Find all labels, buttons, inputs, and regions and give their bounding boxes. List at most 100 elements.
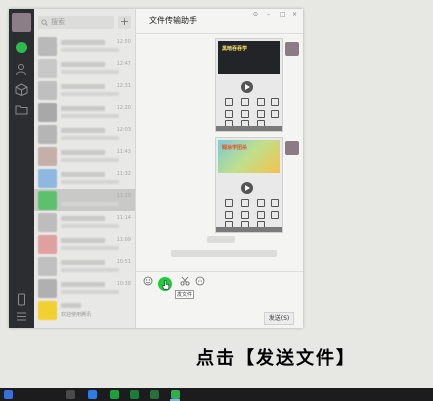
cursor-hand-icon — [162, 280, 170, 290]
chat-pane: 文件传输助手 ⊙ – □ × 黑暗吞吞学 糊涂学团杀 发文件 发送(S) — [135, 9, 303, 328]
icon-row — [219, 210, 279, 219]
conversation-avatar — [38, 147, 57, 166]
conversation-name — [61, 106, 105, 111]
conversation-avatar — [38, 301, 57, 320]
conversation-avatar — [38, 37, 57, 56]
conversation-time: 12:47 — [116, 61, 131, 67]
conversation-avatar — [38, 213, 57, 232]
sender-avatar — [285, 141, 299, 155]
image-footer — [216, 227, 282, 232]
cube-icon[interactable] — [15, 83, 28, 96]
conversation-avatar — [38, 191, 57, 210]
chat-title: 文件传输助手 — [149, 16, 197, 25]
bubble-icon[interactable] — [195, 276, 205, 286]
image-banner-text: 黑暗吞吞学 — [222, 46, 248, 52]
taskbar-app-icon[interactable] — [130, 390, 139, 399]
wechat-taskbar-icon[interactable] — [171, 390, 180, 399]
search-icon — [41, 19, 48, 26]
conversation-item[interactable]: 10:38 — [34, 277, 135, 299]
conversation-time: 11:09 — [116, 237, 131, 243]
conversation-preview — [61, 224, 119, 228]
conversation-preview — [61, 48, 119, 52]
conversation-time: 11:14 — [116, 215, 131, 221]
conversation-name — [61, 238, 105, 243]
conversation-name — [61, 150, 105, 155]
conversation-time: 11:20 — [116, 193, 131, 199]
taskbar-app-icon[interactable] — [150, 390, 159, 399]
conversation-item[interactable]: 11:20 — [34, 189, 135, 211]
conversation-avatar — [38, 169, 57, 188]
play-icon — [241, 182, 253, 194]
conversation-item[interactable]: 12:47 — [34, 57, 135, 79]
conversation-preview — [61, 92, 119, 96]
user-avatar[interactable] — [12, 13, 31, 32]
conversation-time: 12:31 — [116, 83, 131, 89]
image-message-2[interactable]: 糊涂学团杀 — [215, 137, 283, 233]
conversation-item[interactable]: 11:32 — [34, 167, 135, 189]
icon-row — [219, 97, 279, 106]
conversation-avatar — [38, 59, 57, 78]
conversation-preview — [61, 180, 119, 184]
conversation-item[interactable]: 11:43 — [34, 145, 135, 167]
menu-icon[interactable] — [15, 310, 28, 323]
sender-avatar — [285, 42, 299, 56]
instruction-caption: 点击【发送文件】 — [196, 348, 356, 369]
conversation-name — [61, 194, 105, 199]
conversation-preview — [61, 202, 119, 206]
conversation-time: 11:32 — [116, 171, 131, 177]
conversation-item[interactable]: 11:09 — [34, 233, 135, 255]
conversation-preview — [61, 158, 119, 162]
system-time — [207, 236, 235, 243]
system-notice — [171, 250, 277, 257]
conversation-item[interactable]: 12:20 — [34, 101, 135, 123]
conversation-item[interactable]: 欢迎使用腾讯 — [34, 299, 135, 321]
send-button[interactable]: 发送(S) — [264, 312, 294, 325]
taskbar-app-icon[interactable] — [110, 390, 119, 399]
tooltip: 发文件 — [175, 290, 195, 299]
conversation-avatar — [38, 235, 57, 254]
conversation-time: 12:03 — [116, 127, 131, 133]
image-message-1[interactable]: 黑暗吞吞学 — [215, 38, 283, 132]
conversation-preview — [61, 114, 119, 118]
chat-icon[interactable] — [16, 42, 27, 53]
conversation-avatar — [38, 103, 57, 122]
conversation-item[interactable]: 10:51 — [34, 255, 135, 277]
conversation-time: 10:38 — [116, 281, 131, 287]
add-button[interactable]: + — [118, 16, 131, 29]
folder-icon[interactable] — [15, 103, 28, 116]
start-icon[interactable] — [4, 390, 13, 399]
conversation-name — [61, 216, 105, 221]
taskbar-app-icon[interactable] — [88, 390, 97, 399]
conversation-avatar — [38, 125, 57, 144]
icon-row — [219, 109, 279, 118]
wechat-window: 搜索 + 12:50 12:47 12:31 12:20 12:03 11:43 11:32… — [9, 9, 303, 328]
emoji-icon[interactable] — [143, 276, 153, 286]
pin-icon[interactable]: ⊙ — [253, 11, 258, 18]
conversation-avatar — [38, 257, 57, 276]
conversation-avatar — [38, 81, 57, 100]
maximize-icon[interactable]: □ — [280, 11, 286, 18]
conversation-time: 11:43 — [116, 149, 131, 155]
minimize-icon[interactable]: – — [267, 11, 270, 18]
nav-rail — [9, 9, 34, 328]
scissors-icon[interactable] — [180, 276, 190, 286]
search-placeholder: 搜索 — [51, 18, 65, 26]
conversation-item[interactable]: 12:50 — [34, 35, 135, 57]
taskbar — [0, 388, 433, 401]
conversation-item[interactable]: 12:03 — [34, 123, 135, 145]
conversation-item[interactable]: 12:31 — [34, 79, 135, 101]
search-input[interactable]: 搜索 — [38, 16, 114, 29]
close-icon[interactable]: × — [292, 11, 297, 18]
conversation-time: 10:51 — [116, 259, 131, 265]
conversation-item[interactable]: 11:14 — [34, 211, 135, 233]
conversation-name — [61, 260, 105, 265]
taskbar-app-icon[interactable] — [66, 390, 75, 399]
phone-icon[interactable] — [15, 293, 28, 306]
conversation-list: 搜索 + 12:50 12:47 12:31 12:20 12:03 11:43 11:32… — [34, 9, 136, 328]
conversation-preview — [61, 136, 119, 140]
contacts-icon[interactable] — [15, 63, 28, 76]
conversation-name — [61, 172, 105, 177]
conversation-preview — [61, 70, 119, 74]
image-banner-text: 糊涂学团杀 — [222, 145, 248, 151]
conversation-preview: 欢迎使用腾讯 — [61, 312, 92, 318]
